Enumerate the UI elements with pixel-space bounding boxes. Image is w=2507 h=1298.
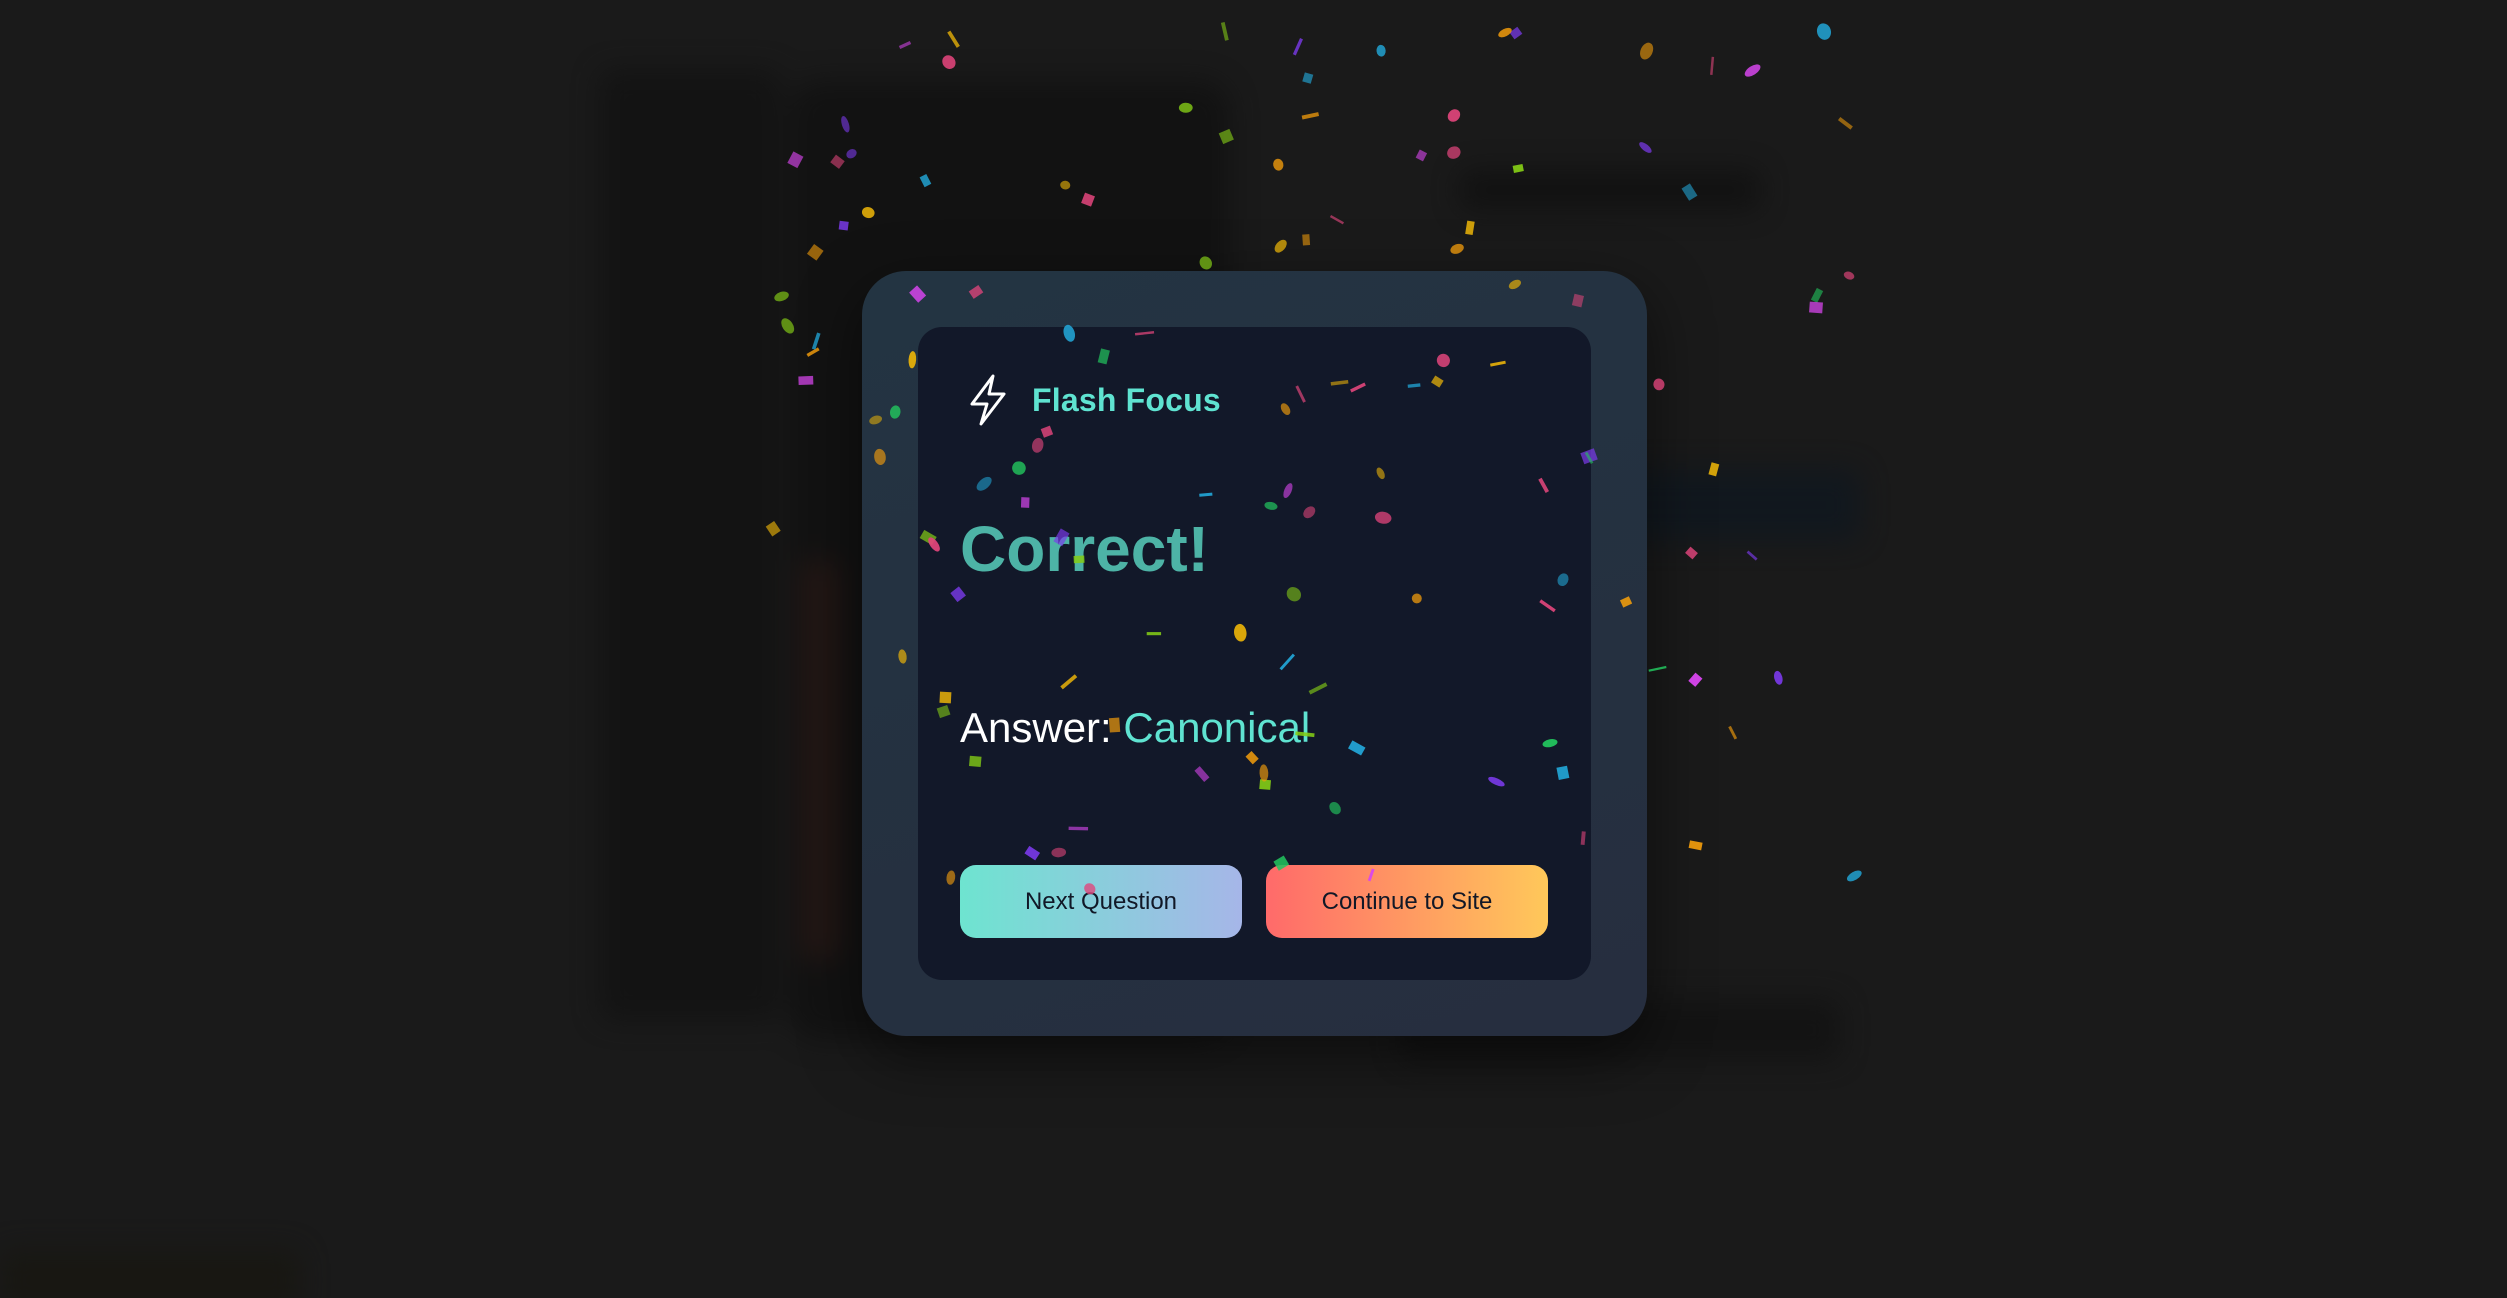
answer-label: Answer: <box>960 704 1112 751</box>
continue-to-site-button[interactable]: Continue to Site <box>1266 865 1548 938</box>
brand-name: Flash Focus <box>1032 381 1221 418</box>
background-panel <box>800 560 840 960</box>
brand: Flash Focus <box>966 373 1221 427</box>
quiz-result-modal: Flash Focus Correct! Answer: Canonical N… <box>862 271 1647 1036</box>
background-panel <box>0 1250 300 1298</box>
answer-value: Canonical <box>1123 704 1311 751</box>
background-panel <box>600 70 780 1020</box>
result-title: Correct! <box>960 513 1209 585</box>
page: Flash Focus Correct! Answer: Canonical N… <box>0 0 2507 1298</box>
answer-line: Answer: Canonical <box>960 707 1310 749</box>
background-panel <box>1460 170 1760 210</box>
next-question-button[interactable]: Next Question <box>960 865 1242 938</box>
quiz-result-card: Flash Focus Correct! Answer: Canonical N… <box>918 327 1591 980</box>
lightning-bolt-icon <box>970 374 1006 426</box>
